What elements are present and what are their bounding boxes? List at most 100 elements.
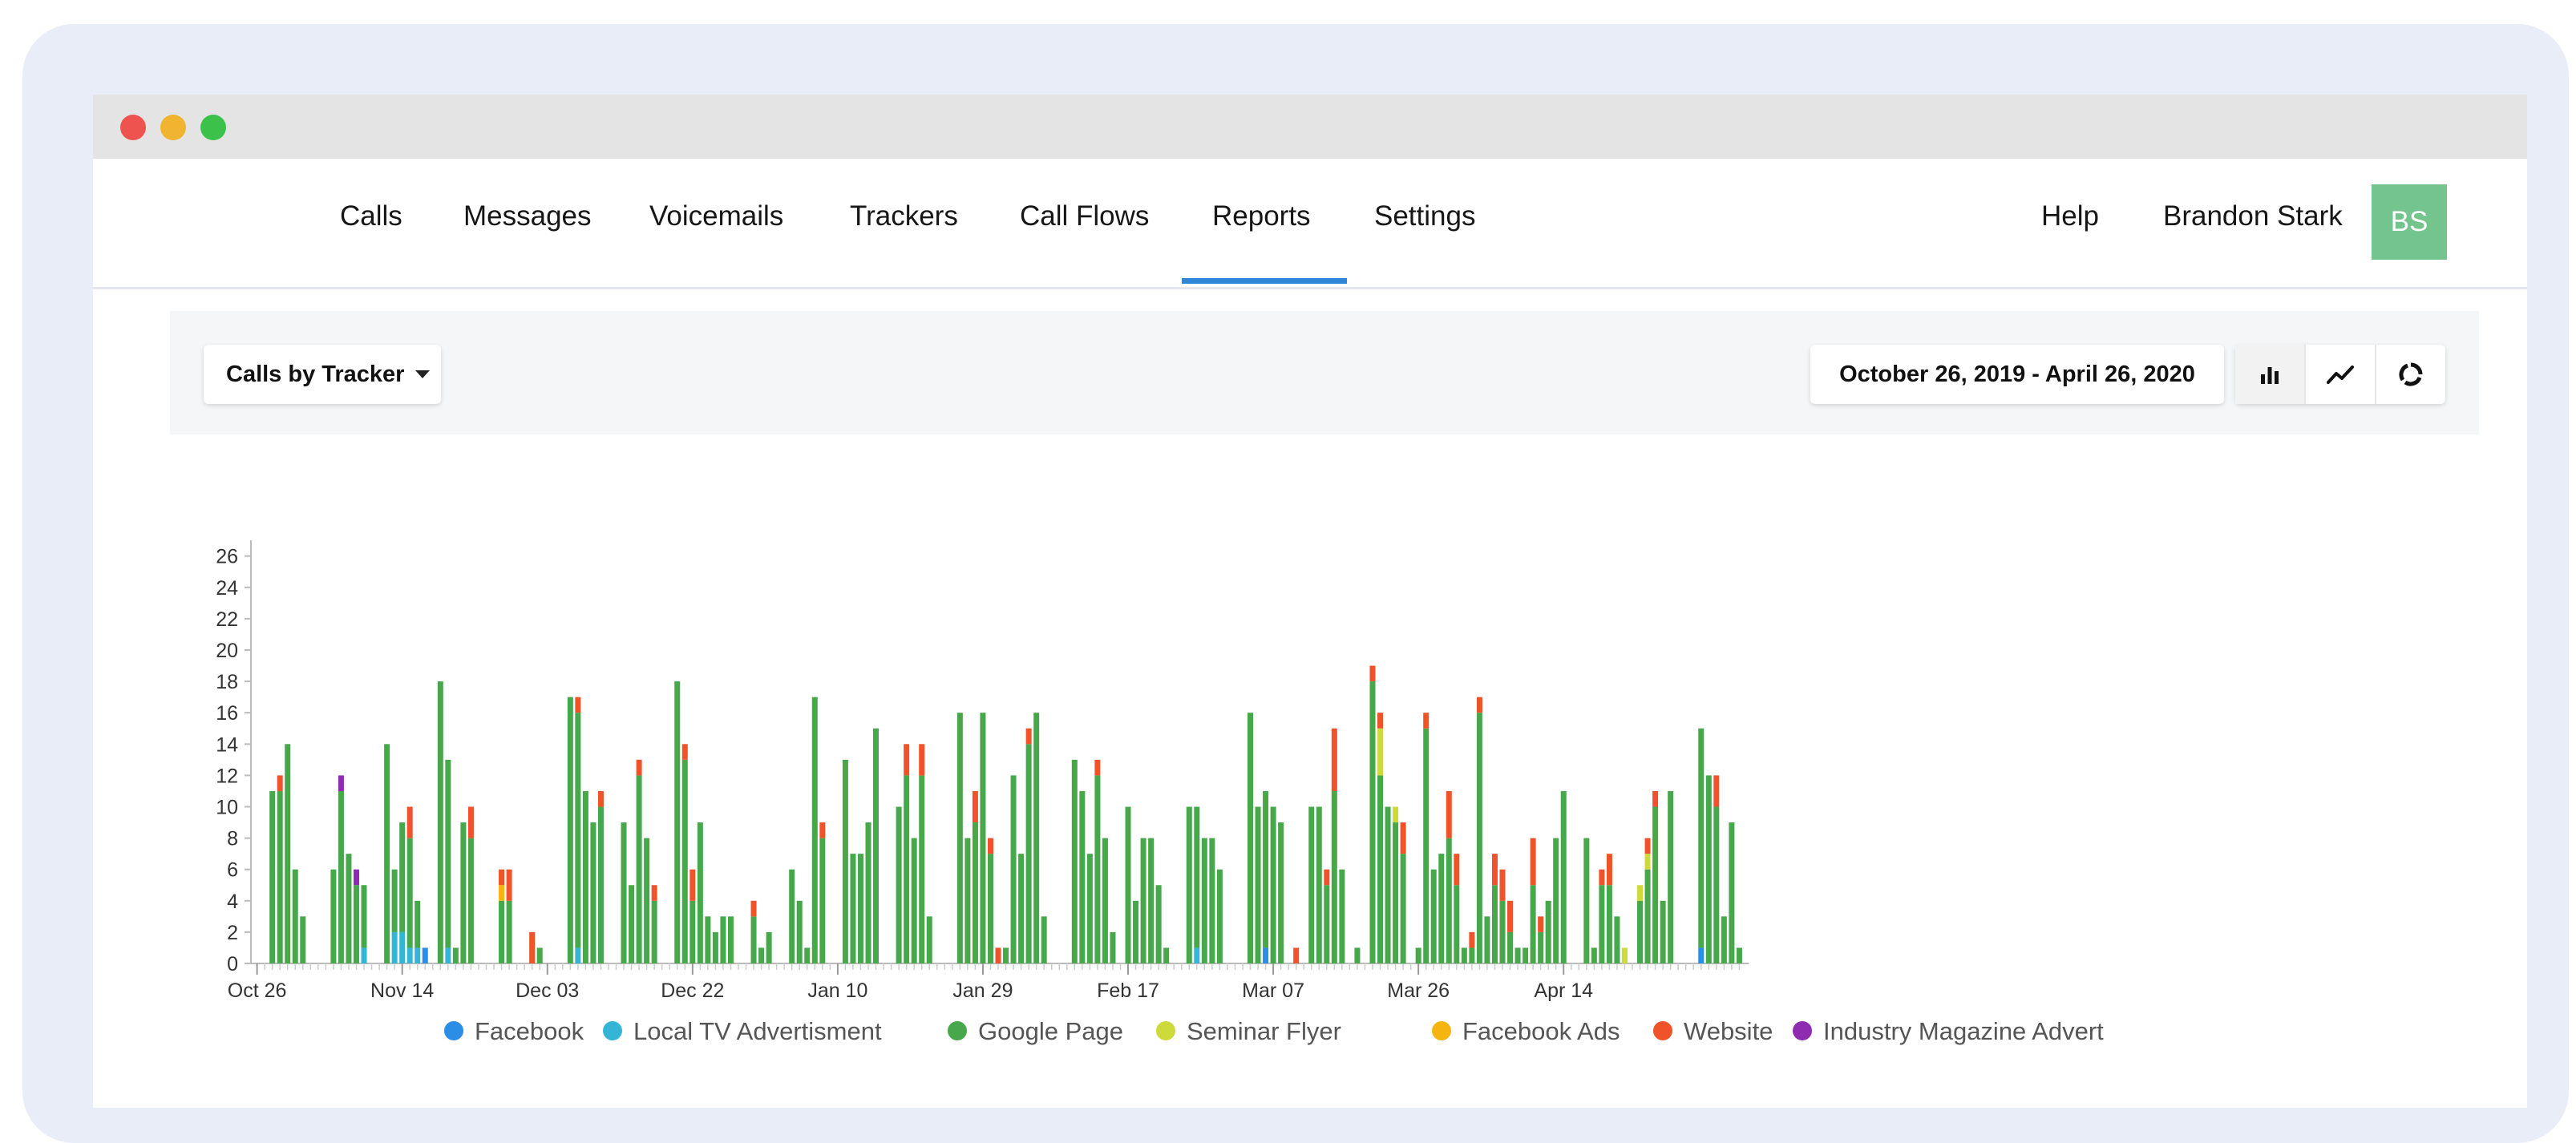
legend-label: Industry Magazine Advert <box>1823 1017 2104 1045</box>
bar-segment <box>1446 790 1452 838</box>
bar-segment <box>1614 916 1620 963</box>
bar-segment <box>1499 900 1506 963</box>
y-tick-label: 12 <box>216 765 238 787</box>
bar-segment <box>956 713 963 963</box>
bar-segment <box>1324 869 1330 886</box>
bar-segment <box>1469 931 1475 948</box>
bar-segment <box>636 759 642 776</box>
bar-segment <box>1514 947 1521 963</box>
bar-segment <box>1331 728 1337 791</box>
bar-segment <box>1591 947 1597 963</box>
bar-segment <box>1140 838 1146 963</box>
bar-segment <box>629 885 635 963</box>
bar-segment <box>1293 947 1300 963</box>
bar-segment <box>415 947 421 963</box>
bar-segment <box>1033 713 1040 963</box>
bar-segment <box>384 744 390 963</box>
bar-segment <box>1538 916 1544 932</box>
bar-segment <box>804 947 811 963</box>
bar-segment <box>1644 854 1651 870</box>
bar-segment <box>644 838 650 963</box>
legend-label: Local TV Advertisment <box>633 1017 882 1045</box>
legend-label: Website <box>1684 1017 1773 1045</box>
bar-segment <box>705 916 711 963</box>
bar-segment <box>1094 775 1101 963</box>
bar-segment <box>1454 885 1460 963</box>
bar-segment <box>1545 900 1551 963</box>
bar-segment <box>1263 947 1269 963</box>
bar-segment <box>1354 947 1361 963</box>
bar-segment <box>361 885 367 948</box>
bar-segment <box>1086 854 1093 963</box>
bar-segment <box>1606 854 1612 886</box>
bar-segment <box>499 869 505 886</box>
bar-segment <box>636 775 642 963</box>
bar-segment <box>720 916 726 963</box>
bar-segment <box>1125 806 1131 963</box>
bar-segment <box>1194 947 1200 963</box>
x-tick-label: Jan 29 <box>952 979 1013 1002</box>
legend-marker <box>603 1021 622 1040</box>
bar-segment <box>1698 947 1705 963</box>
y-tick-label: 14 <box>216 733 238 756</box>
bar-segment <box>980 713 986 963</box>
bar-segment <box>1469 947 1475 963</box>
bar-segment <box>1713 806 1720 963</box>
bar-segment <box>1491 885 1498 963</box>
x-tick-label: Apr 14 <box>1534 979 1593 1002</box>
bar-segment <box>766 931 772 963</box>
bar-segment <box>1094 759 1101 776</box>
bar-segment <box>506 869 512 901</box>
bar-segment <box>987 854 993 963</box>
bar-segment <box>1248 713 1253 963</box>
bar-segment <box>819 838 826 963</box>
bar-segment <box>750 916 757 963</box>
bar-segment <box>1713 775 1720 807</box>
x-tick-label: Oct 26 <box>228 979 287 1002</box>
bar-segment <box>1660 900 1666 963</box>
bar-segment <box>1155 885 1162 963</box>
bar-segment <box>406 947 413 963</box>
bar-segment <box>1186 806 1192 963</box>
y-tick-label: 2 <box>227 922 238 944</box>
bar-segment <box>506 900 512 963</box>
bar-segment <box>1415 947 1421 963</box>
bar-segment <box>1538 931 1544 963</box>
legend-marker <box>1793 1021 1812 1040</box>
bar-segment <box>590 822 596 963</box>
bar-segment <box>499 885 505 901</box>
bar-segment <box>1041 916 1047 963</box>
bar-segment <box>1507 931 1514 963</box>
x-tick-label: Mar 26 <box>1387 979 1450 1002</box>
y-tick-label: 24 <box>216 577 238 600</box>
bar-segment <box>406 838 413 948</box>
bar-segment <box>1423 713 1430 729</box>
bar-segment <box>1423 728 1430 963</box>
bar-segment <box>1438 854 1445 963</box>
bar-segment <box>1530 885 1536 963</box>
bar-segment <box>1331 790 1337 963</box>
bar-segment <box>1339 869 1345 963</box>
bar-segment <box>697 822 703 963</box>
legend-marker <box>948 1021 967 1040</box>
bar-segment <box>1194 806 1200 948</box>
bar-segment <box>1637 900 1644 963</box>
bar-segment <box>1377 713 1384 729</box>
bar-segment <box>1255 806 1261 963</box>
bar-segment <box>1507 900 1514 932</box>
bar-segment <box>1316 806 1322 963</box>
bar-segment <box>1079 790 1086 963</box>
bar-segment <box>789 869 795 963</box>
bar-segment <box>926 916 932 963</box>
bar-segment <box>1530 838 1536 886</box>
bar-segment <box>1369 681 1376 963</box>
bar-segment <box>896 806 902 963</box>
bar-segment <box>575 697 581 713</box>
bar-segment <box>1400 822 1406 854</box>
bar-segment <box>499 900 505 963</box>
bar-segment <box>445 759 451 948</box>
bar-segment <box>1644 869 1651 963</box>
bar-segment <box>1385 806 1391 963</box>
x-tick-label: Nov 14 <box>370 979 434 1002</box>
bar-segment <box>1523 947 1529 963</box>
